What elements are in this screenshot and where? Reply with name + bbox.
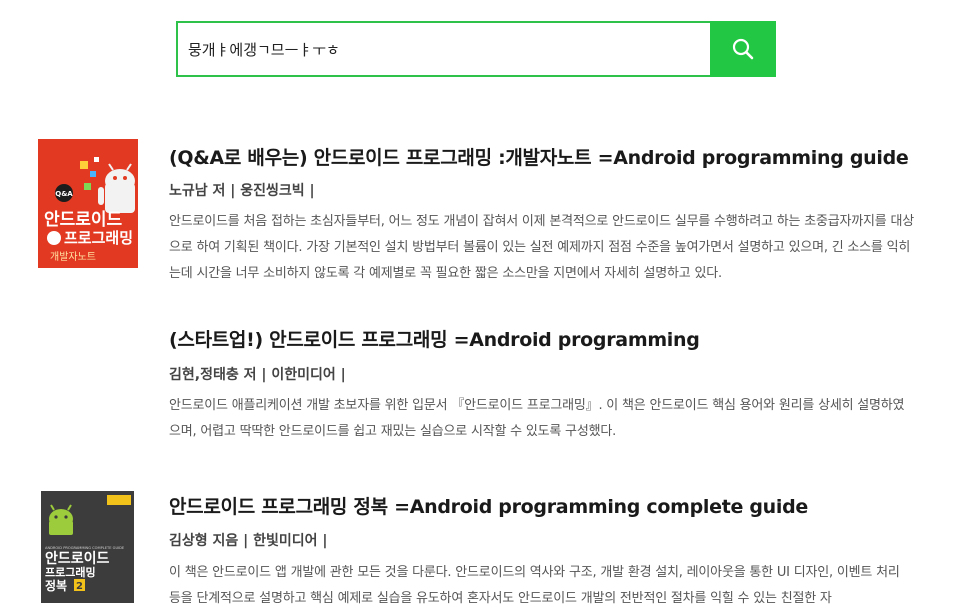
search-input[interactable]: 뭉개ㅑ에갱ㄱ므ㅡㅑㅜㅎ (176, 21, 710, 77)
book-cover-image[interactable]: ANDROID PROGRAMMING COMPLETE GUIDE 안드로이드… (41, 491, 134, 603)
svg-text:Q&A: Q&A (55, 190, 73, 198)
result-description: 안드로이드를 처음 접하는 초심자들부터, 어느 정도 개념이 잡혀서 이제 본… (169, 214, 914, 281)
cover-series-text: ANDROID PROGRAMMING COMPLETE GUIDE (45, 546, 125, 550)
search-query-text: 뭉개ㅑ에갱ㄱ므ㅡㅑㅜㅎ (188, 40, 340, 59)
search-button[interactable] (710, 21, 776, 77)
result-description: 안드로이드 애플리케이션 개발 초보자를 위한 입문서 『안드로이드 프로그래밍… (169, 398, 905, 439)
cover-title-line1: 안드로이드 (45, 550, 110, 567)
cover-volume: 2 (76, 581, 83, 592)
book-cover-image[interactable]: Q&A 안드로이드 프로그래밍 개발자노트 (38, 139, 138, 268)
cover-title-line3: 개발자노트 (50, 251, 96, 263)
result-description: 이 책은 안드로이드 앱 개발에 관한 모든 것을 다룬다. 안드로이드의 역사… (169, 565, 900, 606)
result-title[interactable]: 안드로이드 프로그래밍 정복 =Android programming comp… (169, 492, 808, 519)
result-title[interactable]: (스타트업!) 안드로이드 프로그래밍 =Android programming (169, 325, 700, 352)
cover-title-line1: 안드로이드 (44, 210, 123, 230)
result-title[interactable]: (Q&A로 배우는) 안드로이드 프로그래밍 :개발자노트 =Android p… (169, 143, 909, 170)
result-meta: 노규남 저 | 웅진씽크빅 | (169, 183, 315, 199)
cover-title-line2: 프로그래밍 (45, 565, 96, 579)
cover-title-line3: 정복 (45, 578, 67, 593)
search-bar: 뭉개ㅑ에갱ㄱ므ㅡㅑㅜㅎ (176, 21, 776, 77)
search-icon (732, 38, 754, 60)
cover-title-line2: 프로그래밍 (64, 229, 133, 247)
result-meta: 김현,정태충 저 | 이한미디어 | (169, 367, 346, 383)
result-meta: 김상형 지음 | 한빛미디어 | (169, 533, 328, 549)
